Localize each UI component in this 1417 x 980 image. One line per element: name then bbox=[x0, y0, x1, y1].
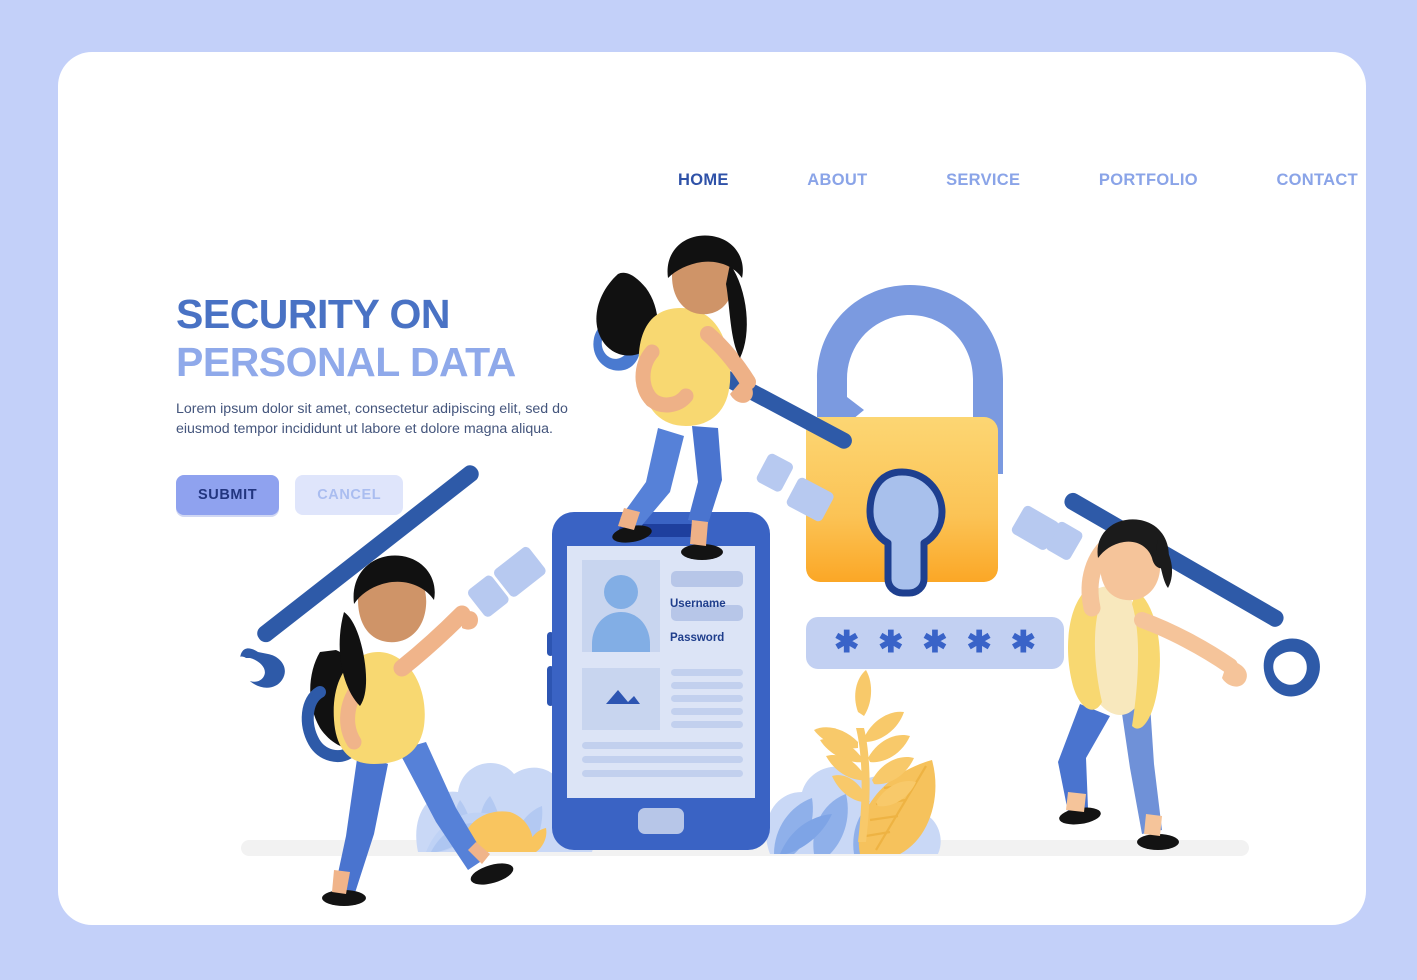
nav-item-service[interactable]: SERVICE bbox=[946, 171, 1020, 190]
page-title-line2: PERSONAL DATA bbox=[176, 339, 516, 386]
password-asterisks: ✱ ✱ ✱ ✱ ✱ bbox=[806, 617, 1064, 669]
phone-password-label: Password bbox=[670, 632, 725, 644]
ground-shadow bbox=[241, 840, 1249, 856]
asterisk-char: ✱ bbox=[1010, 626, 1036, 659]
page-root: HOME ABOUT SERVICE PORTFOLIO CONTACT SEC… bbox=[0, 0, 1417, 980]
foliage-left bbox=[416, 762, 596, 852]
page-title-line1: SECURITY ON bbox=[176, 291, 450, 337]
nav-item-about[interactable]: ABOUT bbox=[807, 171, 867, 190]
nav-item-contact[interactable]: CONTACT bbox=[1276, 171, 1358, 190]
phone-mockup bbox=[547, 512, 770, 850]
nav-item-home[interactable]: HOME bbox=[678, 171, 729, 190]
hero-action-buttons: SUBMIT CANCEL bbox=[176, 474, 646, 515]
asterisk-char: ✱ bbox=[922, 626, 948, 659]
hero-section: SECURITY ON PERSONAL DATA Lorem ipsum do… bbox=[176, 292, 646, 515]
main-navigation[interactable]: HOME ABOUT SERVICE PORTFOLIO CONTACT bbox=[678, 164, 1358, 196]
foliage-right bbox=[765, 670, 941, 854]
asterisk-char: ✱ bbox=[966, 626, 992, 659]
landing-page-card: HOME ABOUT SERVICE PORTFOLIO CONTACT SEC… bbox=[58, 52, 1366, 925]
cancel-button[interactable]: CANCEL bbox=[295, 474, 404, 515]
character-man-right bbox=[1011, 492, 1320, 850]
phone-username-label: Username bbox=[670, 598, 726, 610]
character-woman-left bbox=[236, 465, 546, 906]
padlock-icon bbox=[806, 285, 1003, 597]
hero-subtitle: Lorem ipsum dolor sit amet, consectetur … bbox=[176, 400, 568, 437]
nav-item-portfolio[interactable]: PORTFOLIO bbox=[1099, 171, 1198, 190]
submit-button[interactable]: SUBMIT bbox=[176, 474, 280, 515]
asterisk-char: ✱ bbox=[834, 626, 860, 659]
asterisk-char: ✱ bbox=[878, 626, 904, 659]
